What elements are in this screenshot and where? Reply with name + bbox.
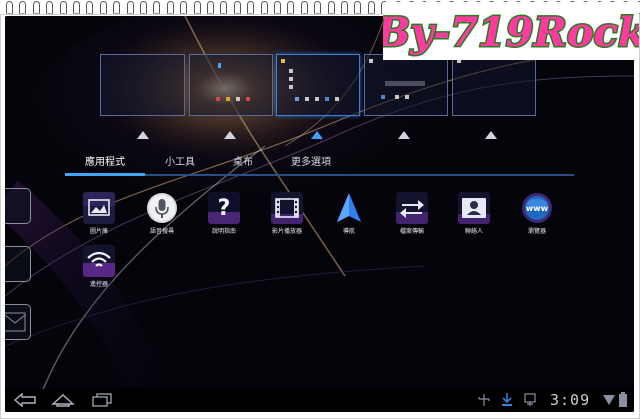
app-label: 聯絡人 [464, 228, 483, 235]
binding-ring [367, 1, 375, 16]
app-label: 遙控器 [89, 281, 108, 288]
edge-panel-handle[interactable] [5, 304, 31, 340]
navigation-icon [337, 193, 361, 222]
binding-ring [73, 1, 80, 16]
binding-ring [32, 1, 40, 16]
home-screen-thumbnail[interactable] [189, 54, 273, 116]
binding-ring [99, 1, 107, 16]
binding-ring [341, 1, 348, 16]
binding-ring [220, 1, 228, 16]
app-navigation[interactable]: 導航 [321, 192, 377, 242]
home-screen-thumbnail[interactable] [100, 54, 185, 116]
app-help[interactable]: ? 說明指南 [196, 192, 252, 242]
app-contacts[interactable]: 聯絡人 [446, 192, 502, 242]
home-screen-thumbnail[interactable] [364, 54, 448, 116]
app-voice-search[interactable]: 語音搜尋 [134, 192, 190, 242]
app-gallery[interactable]: 圖片庫 [71, 192, 127, 242]
usb-icon [478, 394, 490, 406]
binding-ring [140, 1, 147, 16]
app-label: 圖片庫 [89, 228, 108, 235]
app-browser[interactable]: www 瀏覽器 [509, 192, 565, 242]
binding-ring [354, 1, 362, 16]
screen-indicator[interactable] [398, 131, 410, 139]
binding-ring [46, 1, 54, 16]
tab-applications[interactable]: 應用程式 [85, 156, 125, 170]
binding-ring [59, 1, 67, 16]
help-icon: ? [208, 192, 240, 224]
binding-ring [207, 1, 214, 16]
screen-indicator[interactable] [485, 131, 497, 139]
binding-ring [287, 1, 295, 16]
binding-ring [327, 1, 335, 16]
gallery-icon [83, 192, 115, 224]
tablet-screen: 應用程式 小工具 桌布 更多選項 圖片庫 語音搜尋 ? 說明指南 影片播放器 導… [5, 16, 634, 412]
file-transfer-icon [396, 192, 428, 224]
system-bar: 3:09 [5, 389, 634, 412]
remote-icon [83, 245, 115, 277]
binding-ring [166, 1, 174, 16]
app-remote[interactable]: 遙控器 [71, 245, 127, 295]
edge-panel-handle[interactable] [5, 246, 31, 282]
tab-wallpapers[interactable]: 桌布 [233, 156, 253, 170]
screen-indicator[interactable] [137, 131, 149, 139]
contacts-icon [458, 192, 490, 224]
home-screen-thumbnail-selected[interactable] [276, 54, 360, 116]
envelope-icon [5, 312, 26, 332]
edge-panel-handle[interactable] [5, 188, 31, 224]
binding-ring [6, 1, 13, 16]
binding-ring [314, 1, 322, 16]
binding-ring [247, 1, 255, 16]
watermark-text: By-719Rock [383, 9, 639, 56]
app-video-player[interactable]: 影片播放器 [259, 192, 315, 242]
tab-more-options[interactable]: 更多選項 [291, 156, 331, 170]
binding-ring [86, 1, 94, 16]
recent-apps-icon[interactable] [91, 393, 113, 407]
browser-icon: www [522, 193, 552, 223]
app-label: 檔案傳輸 [399, 228, 424, 235]
app-label: 瀏覽器 [527, 228, 546, 235]
tab-widgets[interactable]: 小工具 [165, 156, 195, 170]
binding-ring [180, 1, 188, 16]
binding-ring [260, 1, 268, 16]
binding-ring [113, 1, 121, 16]
app-label: 導航 [342, 228, 355, 235]
wifi-icon [603, 395, 615, 405]
binding-ring [193, 1, 201, 16]
home-icon[interactable] [51, 392, 75, 408]
app-file-transfer[interactable]: 檔案傳輸 [384, 192, 440, 242]
svg-text:?: ? [218, 196, 231, 221]
status-clock[interactable]: 3:09 [550, 392, 590, 409]
binding-ring [153, 1, 161, 16]
app-label: 語音搜尋 [149, 228, 174, 235]
svg-text:www: www [526, 204, 549, 213]
debug-icon [524, 393, 536, 406]
binding-ring [300, 1, 308, 16]
app-label: 說明指南 [211, 228, 236, 235]
screen-indicator-selected[interactable] [311, 131, 323, 139]
binding-ring [274, 1, 281, 16]
binding-ring [126, 1, 134, 16]
tab-active-indicator [65, 173, 145, 176]
binding-ring [233, 1, 241, 16]
binding-ring [19, 1, 27, 16]
screen-indicator[interactable] [224, 131, 236, 139]
app-label: 影片播放器 [271, 228, 302, 235]
download-icon [502, 393, 512, 406]
voice-search-icon [147, 193, 177, 223]
battery-icon [619, 392, 627, 407]
home-screen-thumbnail[interactable] [452, 54, 536, 116]
back-icon[interactable] [13, 393, 37, 407]
video-player-icon [271, 192, 303, 224]
watermark-logo: By-719Rock [383, 2, 639, 60]
